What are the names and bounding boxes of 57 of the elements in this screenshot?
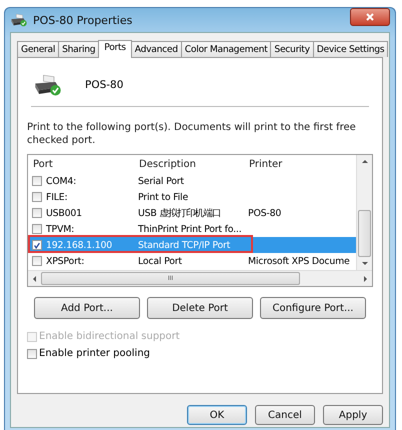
tab[interactable]: Device Settings xyxy=(312,41,388,57)
checkbox[interactable] xyxy=(32,224,42,234)
tab[interactable]: General xyxy=(17,41,60,57)
tab[interactable]: Security xyxy=(270,41,314,57)
port-name: 192.168.1.100 xyxy=(46,240,112,250)
printer-icon xyxy=(10,13,28,27)
close-button[interactable] xyxy=(350,8,390,26)
scroll-right-arrow[interactable] xyxy=(364,276,367,282)
table-cell-text: Print to File xyxy=(137,190,190,204)
tab[interactable]: Sharing xyxy=(58,41,100,57)
column-header[interactable]: Port xyxy=(28,158,134,170)
tab[interactable]: Ports xyxy=(98,40,132,58)
vertical-scrollbar[interactable] xyxy=(356,155,372,270)
port-button[interactable]: Add Port... xyxy=(34,297,140,319)
tab[interactable]: Color Management xyxy=(180,41,272,57)
table-cell: POS-80 xyxy=(248,208,282,218)
table-row[interactable]: TPVM: ThinPrint Print Port fo... xyxy=(28,221,356,237)
port-name: TPVM: xyxy=(46,224,74,234)
checkbox[interactable] xyxy=(32,240,42,250)
port-button[interactable]: Delete Port xyxy=(147,297,253,319)
checkbox-label: Enable bidirectional support xyxy=(39,331,180,342)
table-cell-text: Serial Port xyxy=(137,174,185,188)
table-cell-text: USB 虚拟打印机端口 xyxy=(137,206,222,220)
checkbox[interactable] xyxy=(27,348,37,358)
table-row[interactable]: XPSPort: Local Port Microsoft XPS Docume xyxy=(28,253,356,269)
table-cell-text: Local Port xyxy=(137,254,183,268)
checkbox-label: Enable printer pooling xyxy=(39,348,150,359)
port-name: XPSPort: xyxy=(46,256,84,266)
dialog-button[interactable]: Apply xyxy=(323,405,383,425)
instructions-text: Print to the following port(s). Documents will print to the first free checked port. xyxy=(27,121,357,147)
dialog-button[interactable]: OK xyxy=(187,405,247,425)
scroll-thumb[interactable] xyxy=(358,210,371,257)
checkbox[interactable] xyxy=(32,192,42,202)
window-title: POS-80 Properties xyxy=(33,14,134,26)
column-header[interactable]: Description xyxy=(134,158,244,170)
column-header[interactable]: Printer xyxy=(244,158,356,170)
table-row[interactable]: COM4: Serial Port xyxy=(28,173,356,189)
tab[interactable]: Advanced xyxy=(130,41,182,57)
table-cell-text: ThinPrint Print Port fo... xyxy=(137,222,242,236)
table-cell-text: Standard TCP/IP Port xyxy=(137,238,232,252)
scroll-down-arrow[interactable] xyxy=(362,262,368,265)
table-row[interactable]: USB001 USB 虚拟打印机端口 POS-80 xyxy=(28,205,356,221)
port-name: FILE: xyxy=(46,192,68,202)
printer-name: POS-80 xyxy=(85,79,124,91)
printer-icon xyxy=(33,73,63,97)
dialog-button[interactable]: Cancel xyxy=(255,405,315,425)
port-name: COM4: xyxy=(46,176,76,186)
checkbox[interactable] xyxy=(32,256,42,266)
close-icon xyxy=(365,12,375,22)
checkbox[interactable] xyxy=(32,176,42,186)
port-name: USB001 xyxy=(46,208,82,218)
table-cell: Microsoft XPS Docume xyxy=(248,256,350,266)
scroll-up-arrow[interactable] xyxy=(362,160,368,163)
scroll-left-arrow[interactable] xyxy=(33,276,36,282)
table-row[interactable]: FILE: Print to File xyxy=(28,189,356,205)
port-button[interactable]: Configure Port... xyxy=(260,297,366,319)
checkbox[interactable] xyxy=(32,208,42,218)
